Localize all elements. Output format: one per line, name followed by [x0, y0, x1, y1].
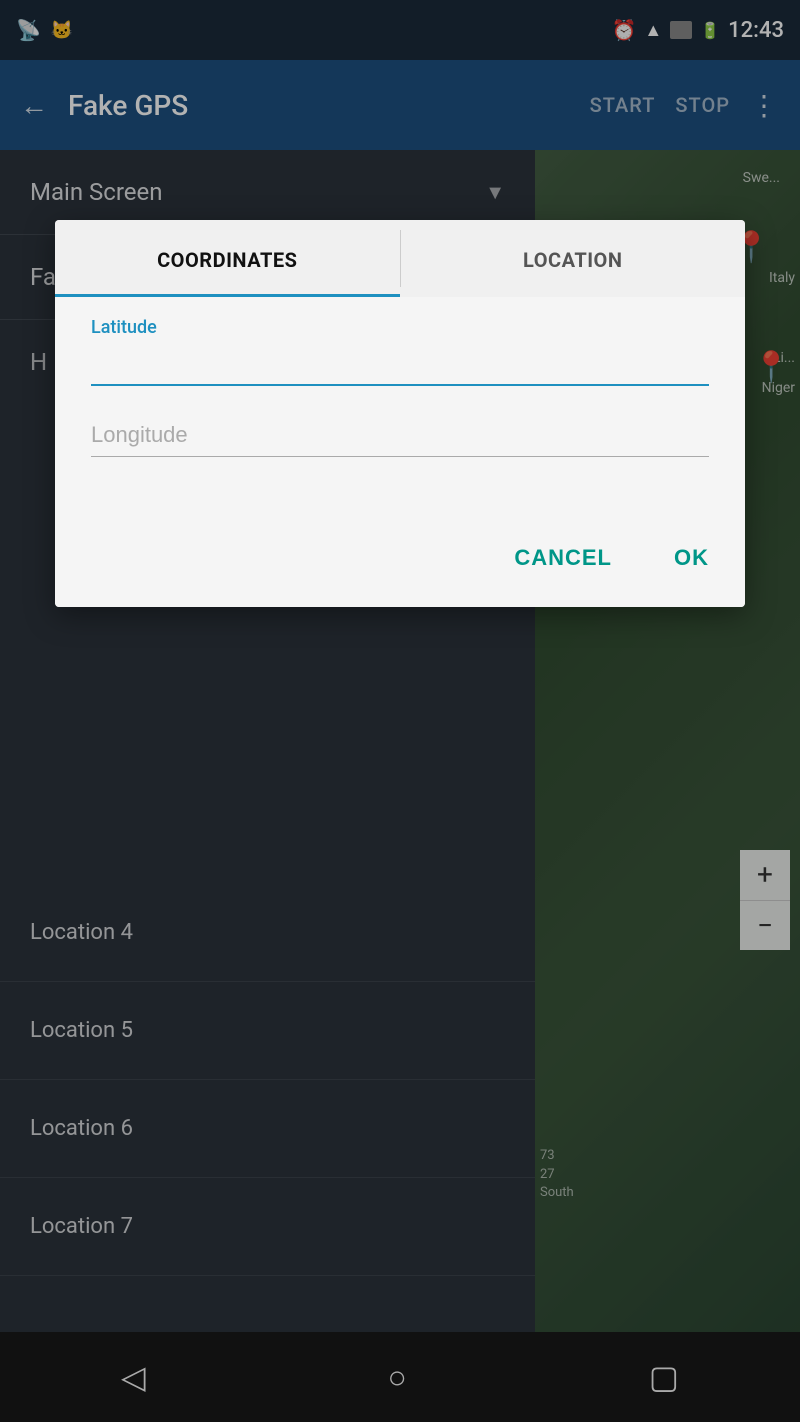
latitude-label: Latitude	[91, 317, 709, 338]
dialog-actions: CANCEL OK	[55, 517, 745, 607]
longitude-field-group	[91, 416, 709, 457]
nav-back-button[interactable]: ◁	[121, 1358, 146, 1396]
longitude-input[interactable]	[91, 416, 709, 457]
cancel-button[interactable]: CANCEL	[498, 537, 628, 579]
coordinates-dialog: COORDINATES LOCATION Latitude CANCEL OK	[55, 220, 745, 607]
nav-bar: ◁ ○ ▢	[0, 1332, 800, 1422]
tab-location[interactable]: LOCATION	[401, 220, 746, 297]
latitude-input[interactable]	[91, 344, 709, 386]
latitude-field-group: Latitude	[91, 317, 709, 386]
ok-button[interactable]: OK	[658, 537, 725, 579]
dialog-tabs: COORDINATES LOCATION	[55, 220, 745, 297]
nav-recents-button[interactable]: ▢	[649, 1358, 679, 1396]
nav-home-button[interactable]: ○	[388, 1358, 407, 1396]
dialog-body: Latitude	[55, 297, 745, 517]
overlay-backdrop	[0, 0, 800, 1422]
tab-location-label: LOCATION	[523, 248, 622, 272]
tab-coordinates-label: COORDINATES	[157, 248, 297, 272]
tab-coordinates[interactable]: COORDINATES	[55, 220, 400, 297]
